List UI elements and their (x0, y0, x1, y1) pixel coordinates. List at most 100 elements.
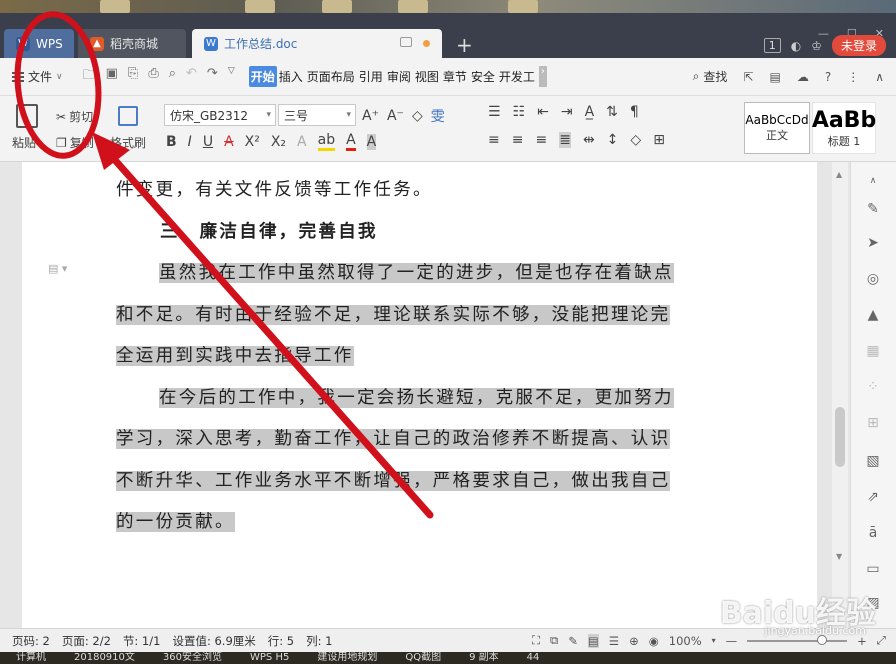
desktop-archive-icon[interactable] (398, 0, 428, 13)
desktop-app-icon[interactable] (100, 0, 130, 13)
table-icon[interactable]: ▦ (864, 342, 882, 360)
status-pages[interactable]: 页面: 2/2 (62, 633, 111, 649)
paragraph-handle-icon[interactable]: ▤ ▾ (48, 262, 67, 275)
export-side-icon[interactable]: ⇗ (864, 488, 882, 506)
font-name-select[interactable]: 仿宋_GB2312 ▾ (164, 104, 276, 126)
italic-icon[interactable]: I (188, 134, 192, 150)
grid-icon[interactable]: ⁘ (864, 378, 882, 396)
file-menu-button[interactable]: 文件 ∨ (12, 68, 63, 85)
layout-icon[interactable]: ⊞ (864, 414, 882, 432)
tab-view[interactable]: 视图 (413, 66, 441, 87)
tab-review[interactable]: 审阅 (385, 66, 413, 87)
copy-button[interactable]: ❐ 复制 (56, 134, 94, 151)
style-icon[interactable]: ▲ (864, 306, 882, 324)
open-folder-icon[interactable]: 🗀 (83, 66, 96, 88)
find-button[interactable]: ⌕ 查找 (693, 68, 728, 85)
archive-icon[interactable]: ▭ (864, 560, 882, 578)
superscript-icon[interactable]: X² (245, 134, 260, 150)
zoom-out-icon[interactable]: — (726, 634, 738, 648)
print-icon[interactable]: ⎙ (148, 66, 158, 88)
taskbar-item[interactable]: 360安全浏览 (163, 652, 222, 664)
grow-font-icon[interactable]: A⁺ (362, 108, 379, 124)
taskbar-item[interactable]: 建设用地规划 (317, 652, 377, 664)
login-button[interactable]: 未登录 (831, 35, 886, 56)
desktop-archive-icon[interactable] (322, 0, 352, 13)
decrease-indent-icon[interactable]: ⇤ (537, 104, 549, 120)
cut-button[interactable]: ✂ 剪切 (56, 108, 93, 125)
window-count-badge[interactable]: 1 (763, 38, 781, 53)
desktop-file-icon[interactable] (508, 0, 538, 13)
tab-wps[interactable]: W WPS (4, 29, 74, 58)
status-row[interactable]: 行: 5 (268, 633, 294, 649)
redo-icon[interactable]: ↷ (207, 66, 218, 88)
align-left-icon[interactable]: ≡ (488, 132, 500, 148)
document-text[interactable]: 件变更，有关文件反馈等工作任务。 三、廉洁自律，完善自我 虽然我在工作中虽然取得… (116, 170, 718, 544)
web-view-icon[interactable]: ⊕ (629, 634, 639, 648)
format-painter-icon[interactable] (118, 106, 138, 126)
tab-security[interactable]: 安全 (469, 66, 497, 87)
highlight-icon[interactable]: ab (317, 132, 336, 151)
zoom-slider[interactable] (747, 634, 848, 645)
vertical-scrollbar[interactable]: ▲ ▼ (832, 162, 848, 628)
bullet-list-icon[interactable]: ☰ (488, 104, 501, 120)
export-icon[interactable]: ⎘ (128, 66, 138, 88)
chevron-down-icon[interactable]: ▾ (712, 636, 716, 645)
status-column[interactable]: 列: 1 (306, 633, 332, 649)
tab-document[interactable]: W 工作总结.doc (192, 29, 442, 58)
skin-icon[interactable]: ◐ (791, 39, 801, 53)
scroll-up-icon[interactable]: ▲ (836, 170, 842, 179)
align-justify-icon[interactable]: ≣ (559, 132, 571, 148)
tab-home[interactable]: 开始 (248, 66, 277, 87)
status-setting[interactable]: 设置值: 6.9厘米 (172, 633, 255, 649)
bold-icon[interactable]: B (166, 134, 177, 150)
strikethrough-icon[interactable]: A (224, 134, 234, 150)
unsaved-dot-icon[interactable] (423, 40, 430, 47)
scroll-down-icon[interactable]: ▼ (836, 552, 842, 561)
tab-page-layout[interactable]: 页面布局 (305, 66, 357, 87)
tab-chapter[interactable]: 章节 (441, 66, 469, 87)
char-border-icon[interactable]: A (297, 134, 307, 150)
format-painter-button[interactable]: 格式刷 (110, 134, 146, 151)
help-icon[interactable]: ? (825, 70, 831, 84)
shrink-font-icon[interactable]: A⁻ (387, 108, 404, 124)
taskbar-item[interactable]: 20180910文 (74, 652, 135, 664)
phonetic-icon[interactable]: 雯 (431, 106, 445, 126)
share-icon[interactable]: ⇱ (743, 70, 753, 84)
numbered-list-icon[interactable]: ☷ (513, 104, 526, 120)
paste-icon[interactable] (16, 104, 38, 128)
borders-icon[interactable]: ⊞ (653, 132, 665, 148)
shirt-icon[interactable]: ♔ (811, 39, 822, 53)
status-page-number[interactable]: 页码: 2 (12, 633, 50, 649)
collapse-ribbon-icon[interactable]: ∧ (875, 70, 884, 84)
zoom-level[interactable]: 100% (669, 634, 702, 648)
taskbar-item[interactable]: 44 (527, 652, 540, 664)
char-shading-icon[interactable]: A (366, 133, 377, 150)
clear-format-icon[interactable]: ◇ (412, 108, 423, 124)
select-cursor-icon[interactable]: ➤ (864, 234, 882, 252)
window-mode-icon[interactable] (400, 37, 412, 47)
shading-icon[interactable]: ◇ (630, 132, 641, 148)
status-section[interactable]: 节: 1/1 (123, 633, 161, 649)
desktop-file-icon[interactable] (245, 0, 275, 13)
pen-icon[interactable]: ✎ (864, 200, 882, 218)
chevron-up-icon[interactable]: ∧ (864, 172, 882, 190)
save-icon[interactable]: ▣ (106, 66, 118, 88)
chinese-layout-icon[interactable]: A̲ (585, 104, 595, 120)
tab-developer[interactable]: 开发工 (497, 66, 537, 87)
tab-references[interactable]: 引用 (357, 66, 385, 87)
sort-icon[interactable]: ⇅ (606, 104, 618, 120)
style-normal[interactable]: AaBbCcDd 正文 (744, 102, 810, 154)
font-color-icon[interactable]: A (346, 132, 356, 151)
align-center-icon[interactable]: ≡ (512, 132, 524, 148)
font-size-select[interactable]: 三号 ▾ (278, 104, 356, 126)
increase-indent-icon[interactable]: ⇥ (561, 104, 573, 120)
taskbar-item[interactable]: QQ截图 (405, 652, 441, 664)
customize-icon[interactable]: ▽ (228, 66, 235, 88)
taskbar-item[interactable]: 计算机 (16, 652, 46, 664)
shapes-icon[interactable]: ◎ (864, 270, 882, 288)
image-icon[interactable]: ▧ (864, 452, 882, 470)
distributed-icon[interactable]: ⇹ (583, 132, 595, 148)
read-mode-icon[interactable]: ⧉ (550, 633, 558, 648)
undo-icon[interactable]: ↶ (186, 66, 197, 88)
page-view-icon[interactable]: ▤ (587, 633, 599, 648)
